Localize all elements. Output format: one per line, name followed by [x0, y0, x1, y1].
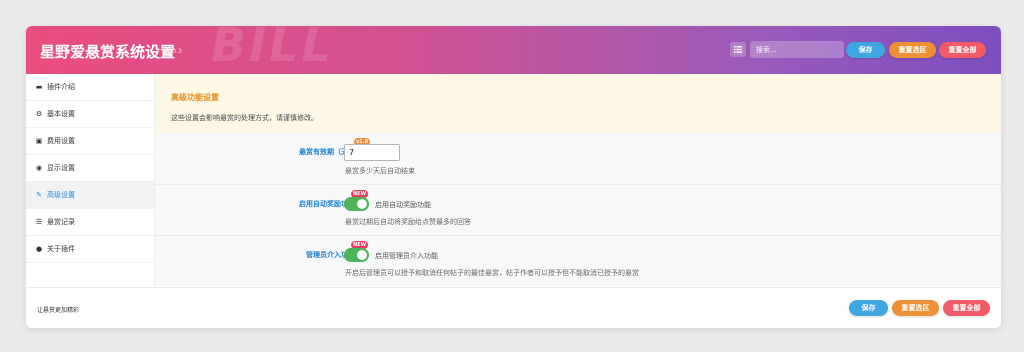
footer-note: 让悬赏更加精彩 [37, 307, 80, 314]
sidebar-item-intro[interactable]: ▬ 插件介绍 [26, 74, 154, 101]
sidebar-item-label: 显示设置 [47, 164, 75, 172]
sidebar-item-records[interactable]: ☰ 悬赏记录 [26, 209, 154, 236]
eye-icon: ◉ [35, 164, 43, 172]
version-label: v1.0.3 [163, 48, 182, 55]
sidebar-item-advanced[interactable]: ✎ 高级设置 [26, 182, 154, 209]
toggle-knob [357, 199, 367, 209]
expiry-help-text: 悬赏多少天后自动结束 [345, 167, 415, 175]
sidebar-item-fees[interactable]: ▣ 费用设置 [26, 128, 154, 155]
footer-reset-section-button[interactable]: 重置选区 [892, 300, 939, 316]
setting-row-admin: 管理员介入功能 NEW 启用管理员介入功能 开启后管理员可以授予和取消任何帖子的… [155, 235, 1001, 286]
auto-reward-toggle-text: 启用自动奖励功能 [375, 201, 431, 209]
sidebar-item-about[interactable]: ● 关于插件 [26, 236, 154, 263]
gears-icon: ⚙ [35, 110, 43, 118]
auto-reward-toggle[interactable] [344, 197, 369, 211]
book-icon: ▬ [35, 83, 43, 91]
sidebar-item-label: 悬赏记录 [47, 218, 75, 226]
search-input[interactable] [750, 41, 844, 58]
info-icon: ● [35, 245, 43, 253]
wrench-icon: ✎ [36, 191, 42, 199]
header-save-button[interactable]: 保存 [846, 42, 885, 58]
header-bar: BILL 星野爱悬赏系统设置 v1.0.3 保存 重置选区 重置全部 [26, 26, 1001, 74]
settings-panel: BILL 星野爱悬赏系统设置 v1.0.3 保存 重置选区 重置全部 ▬ 插件介… [26, 26, 1001, 328]
main-content: 高级功能设置 这些设置会影响悬赏的处理方式，请谨慎修改。 悬赏有效期（天） v1… [155, 74, 1001, 286]
header-reset-all-button[interactable]: 重置全部 [939, 42, 986, 58]
footer-reset-all-button[interactable]: 重置全部 [943, 300, 990, 316]
setting-row-auto-reward: 启用自动奖励功能 NEW 启用自动奖励功能 悬赏过期后自动将奖励给点赞最多的回答 [155, 184, 1001, 236]
database-icon: ☰ [35, 218, 43, 226]
money-icon: ▣ [35, 137, 43, 145]
expiry-days-input[interactable] [344, 144, 400, 161]
search-button[interactable] [730, 42, 746, 57]
sidebar-item-label: 高级设置 [47, 191, 75, 199]
sidebar-item-basic[interactable]: ⚙ 基本设置 [26, 101, 154, 128]
auto-reward-help-text: 悬赏过期后自动将奖励给点赞最多的回答 [345, 218, 471, 226]
admin-help-text: 开启后管理员可以授予和取消任何帖子的最佳悬赏，帖子作者可以授予但不能取消已授予的… [345, 269, 639, 277]
sidebar-item-label: 关于插件 [47, 245, 75, 253]
admin-toggle-text: 启用管理员介入功能 [375, 252, 438, 260]
sidebar-item-label: 费用设置 [47, 137, 75, 145]
footer-save-button[interactable]: 保存 [849, 300, 888, 316]
footer-bar: 让悬赏更加精彩 保存 重置选区 重置全部 [26, 287, 1001, 328]
sidebar-item-display[interactable]: ◉ 显示设置 [26, 155, 154, 182]
setting-row-expiry: 悬赏有效期（天） v1.0 悬赏多少天后自动结束 [155, 133, 1001, 185]
header-reset-section-button[interactable]: 重置选区 [889, 42, 936, 58]
header-watermark: BILL [211, 26, 334, 72]
sidebar-item-label: 基本设置 [47, 110, 75, 118]
sidebar-nav: ▬ 插件介绍 ⚙ 基本设置 ▣ 费用设置 ◉ 显示设置 ✎ 高级设置 ☰ 悬赏记… [26, 74, 155, 286]
sidebar-item-label: 插件介绍 [47, 83, 75, 91]
toggle-knob [357, 250, 367, 260]
list-icon [734, 46, 742, 53]
admin-intervention-toggle[interactable] [344, 248, 369, 262]
notice-box: 高级功能设置 这些设置会影响悬赏的处理方式，请谨慎修改。 [155, 74, 1001, 133]
app-title: 星野爱悬赏系统设置 [40, 43, 176, 61]
notice-description: 这些设置会影响悬赏的处理方式，请谨慎修改。 [171, 114, 318, 122]
notice-title: 高级功能设置 [171, 93, 219, 102]
